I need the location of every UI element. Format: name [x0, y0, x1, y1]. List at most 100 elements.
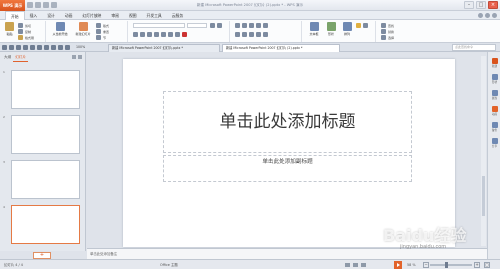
redo-icon[interactable]	[37, 45, 42, 50]
zoom-slider[interactable]	[430, 262, 472, 268]
spell-check-icon[interactable]	[44, 45, 49, 50]
decrease-indent-icon[interactable]	[249, 23, 254, 28]
text-box-button[interactable]: 文本框	[306, 22, 322, 42]
zoom-in-button[interactable]: +	[474, 262, 480, 268]
font-group	[130, 21, 230, 42]
align-center-icon[interactable]	[242, 32, 247, 37]
copy-button[interactable]: 复制	[18, 29, 31, 34]
slide-canvas[interactable]: 单击此处添加标题 单击此处添加副标题	[123, 59, 455, 247]
open-icon[interactable]	[2, 45, 7, 50]
section-button[interactable]: 节	[96, 35, 106, 40]
format-painter-icon[interactable]	[51, 45, 56, 50]
menu-tab-7[interactable]: 开发工具	[142, 11, 167, 20]
menu-tab-6[interactable]: 视图	[124, 11, 142, 20]
table-icon[interactable]	[58, 45, 63, 50]
increase-indent-icon[interactable]	[256, 23, 261, 28]
menu-tab-4[interactable]: 幻灯片放映	[77, 11, 106, 20]
fill-color-icon[interactable]	[356, 23, 361, 28]
shrink-font-icon[interactable]	[217, 23, 222, 28]
undo-icon[interactable]	[30, 45, 35, 50]
vertical-scrollbar[interactable]	[481, 56, 486, 246]
play-slideshow-icon	[55, 22, 65, 31]
tabbar-zoom[interactable]: 100%	[76, 43, 85, 52]
text-direction-icon[interactable]	[263, 32, 268, 37]
menu-tab-2[interactable]: 设计	[42, 11, 60, 20]
font-size-combo[interactable]	[187, 23, 207, 28]
from-current-button[interactable]: 从当前开始	[50, 22, 70, 42]
reset-button[interactable]: 重置	[96, 29, 109, 34]
align-left-icon[interactable]	[235, 32, 240, 37]
picture-icon[interactable]	[65, 45, 70, 50]
menu-tab-3[interactable]: 动画	[60, 11, 78, 20]
slide-thumbnail-4[interactable]: 4	[3, 205, 81, 247]
arrange-button[interactable]: 排列	[340, 22, 354, 42]
format-painter-button[interactable]: 格式刷	[18, 35, 34, 40]
slideshow-play-button[interactable]	[394, 261, 402, 269]
justify-icon[interactable]	[256, 32, 261, 37]
collapse-ribbon-icon[interactable]	[492, 13, 497, 18]
maximize-button[interactable]: □	[476, 1, 486, 9]
normal-view-icon[interactable]	[345, 263, 350, 267]
minimize-button[interactable]: –	[464, 1, 474, 9]
tab-slides[interactable]: 幻灯片	[13, 54, 28, 62]
add-slide-button[interactable]: +	[33, 252, 51, 259]
help-icon[interactable]	[485, 13, 490, 18]
save-icon[interactable]	[9, 45, 14, 50]
tab-outline[interactable]: 大纲	[2, 54, 13, 62]
subtitle-placeholder[interactable]: 单击此处添加副标题	[163, 155, 412, 182]
preview-icon[interactable]	[23, 45, 28, 50]
document-tab-1[interactable]: 新建 Microsoft PowerPoint 2007 幻灯片.pptx *	[108, 44, 220, 52]
superscript-icon[interactable]	[168, 32, 173, 37]
find-button[interactable]: 查找	[381, 23, 394, 28]
menu-tab-8[interactable]: 云服务	[167, 11, 188, 20]
zoom-out-button[interactable]: −	[423, 262, 429, 268]
slide-thumbnail-2[interactable]: 2	[3, 115, 81, 157]
document-tab-2[interactable]: 新建 Microsoft PowerPoint 2007 幻灯片 (2).ppt…	[222, 44, 340, 52]
command-search-input[interactable]: 点此查找命令	[452, 44, 496, 51]
align-right-icon[interactable]	[249, 32, 254, 37]
shapes-button[interactable]: 形状	[324, 22, 338, 42]
select-button[interactable]: 选择	[381, 35, 394, 40]
italic-icon[interactable]	[140, 32, 145, 37]
slide-thumbnail-1[interactable]: 1	[3, 70, 81, 112]
grow-font-icon[interactable]	[210, 23, 215, 28]
new-slide-button[interactable]: 新建幻灯片	[73, 22, 93, 42]
font-color-icon[interactable]	[182, 32, 187, 37]
menu-tab-1[interactable]: 插入	[25, 11, 43, 20]
numbering-icon[interactable]	[242, 23, 247, 28]
sidebar-backup-button[interactable]: 备份	[490, 122, 499, 132]
panel-close-icon[interactable]	[78, 55, 82, 59]
panel-minimize-icon[interactable]	[72, 55, 76, 59]
sidebar-share-button[interactable]: 分享	[490, 138, 499, 148]
title-placeholder[interactable]: 单击此处添加标题	[163, 91, 412, 153]
slide-sorter-icon[interactable]	[353, 263, 358, 267]
fit-window-button[interactable]: ▢	[484, 262, 490, 268]
sidebar-properties-button[interactable]: 属性	[490, 90, 499, 100]
sidebar-animation-button[interactable]: 动画	[490, 106, 499, 116]
select-icon	[381, 35, 386, 40]
zoom-slider-knob[interactable]	[444, 262, 448, 268]
underline-icon[interactable]	[147, 32, 152, 37]
menu-tab-0[interactable]: 开始	[5, 11, 25, 20]
outline-color-icon[interactable]	[363, 23, 368, 28]
cut-button[interactable]: 剪切	[18, 23, 31, 28]
paste-button[interactable]: 粘贴	[4, 22, 15, 42]
sidebar-shapes-button[interactable]: 形状	[490, 74, 499, 84]
font-name-combo[interactable]	[133, 23, 185, 28]
slide-thumbnail-3[interactable]: 3	[3, 160, 81, 202]
close-button[interactable]: ×	[488, 1, 498, 9]
bullets-icon[interactable]	[235, 23, 240, 28]
strikethrough-icon[interactable]	[154, 32, 159, 37]
sidebar-new-button[interactable]: 新建	[490, 58, 499, 68]
reading-view-icon[interactable]	[361, 263, 366, 267]
skin-icon[interactable]	[478, 13, 483, 18]
layout-button[interactable]: 版式	[96, 23, 109, 28]
print-icon[interactable]	[16, 45, 21, 50]
menu-tab-5[interactable]: 审阅	[106, 11, 124, 20]
shadow-icon[interactable]	[161, 32, 166, 37]
bold-icon[interactable]	[133, 32, 138, 37]
subscript-icon[interactable]	[175, 32, 180, 37]
replace-button[interactable]: 替换	[381, 29, 394, 34]
scrollbar-thumb[interactable]	[482, 176, 485, 216]
line-spacing-icon[interactable]	[263, 23, 268, 28]
